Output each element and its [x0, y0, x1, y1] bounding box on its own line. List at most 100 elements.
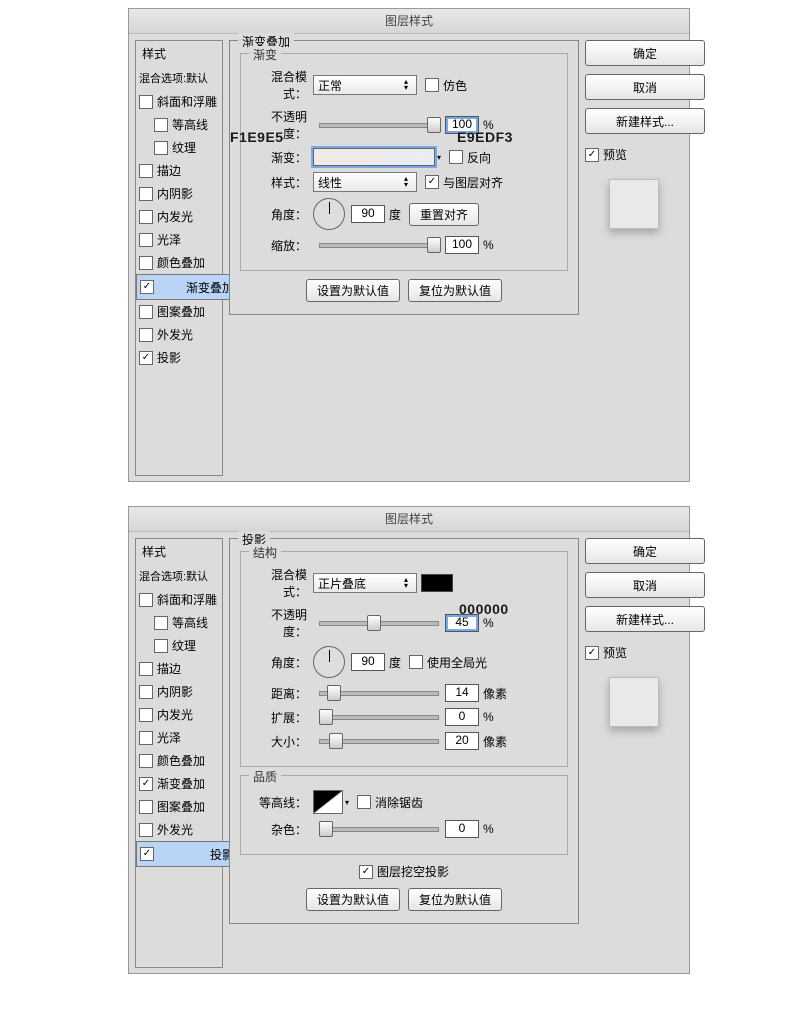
gradient-swatch[interactable] — [313, 148, 435, 166]
antialias-checkbox[interactable]: 消除锯齿 — [357, 794, 423, 811]
angle-input[interactable]: 90 — [351, 205, 385, 223]
checkbox-icon[interactable] — [140, 280, 154, 294]
sidebar-item-gradient-overlay[interactable]: 渐变叠加 — [136, 274, 238, 300]
checkbox-icon[interactable] — [154, 141, 168, 155]
gradient-flyout-icon[interactable]: ▾ — [437, 153, 441, 162]
checkbox-icon[interactable] — [154, 616, 168, 630]
preview-checkbox[interactable]: 预览 — [585, 644, 683, 661]
checkbox-icon[interactable] — [139, 777, 153, 791]
angle-dial[interactable] — [313, 198, 345, 230]
scale-input[interactable]: 100 — [445, 236, 479, 254]
checkbox-icon[interactable] — [425, 175, 439, 189]
noise-slider[interactable] — [319, 822, 439, 836]
checkbox-icon[interactable] — [139, 328, 153, 342]
checkbox-icon[interactable] — [139, 593, 153, 607]
sidebar-item-contour[interactable]: 等高线 — [136, 611, 222, 634]
sidebar-item-pattern-overlay[interactable]: 图案叠加 — [136, 300, 222, 323]
sidebar-item-gradient-overlay[interactable]: 渐变叠加 — [136, 772, 222, 795]
new-style-button[interactable]: 新建样式... — [585, 606, 705, 632]
sidebar-item-drop-shadow[interactable]: 投影 — [136, 346, 222, 369]
sidebar-header[interactable]: 样式 — [136, 539, 222, 564]
size-slider[interactable] — [319, 734, 439, 748]
checkbox-icon[interactable] — [359, 865, 373, 879]
reset-align-button[interactable]: 重置对齐 — [409, 203, 479, 226]
reset-default-button[interactable]: 复位为默认值 — [408, 279, 502, 302]
reset-default-button[interactable]: 复位为默认值 — [408, 888, 502, 911]
sidebar-item-stroke[interactable]: 描边 — [136, 657, 222, 680]
global-light-checkbox[interactable]: 使用全局光 — [409, 654, 487, 671]
checkbox-icon[interactable] — [139, 662, 153, 676]
checkbox-icon[interactable] — [139, 685, 153, 699]
checkbox-icon[interactable] — [585, 646, 599, 660]
checkbox-icon[interactable] — [139, 351, 153, 365]
make-default-button[interactable]: 设置为默认值 — [306, 888, 400, 911]
sidebar-item-stroke[interactable]: 描边 — [136, 159, 222, 182]
checkbox-icon[interactable] — [409, 655, 423, 669]
sidebar-item-contour[interactable]: 等高线 — [136, 113, 222, 136]
checkbox-icon[interactable] — [139, 754, 153, 768]
dither-checkbox[interactable]: 仿色 — [425, 77, 467, 94]
sidebar-header[interactable]: 样式 — [136, 41, 222, 66]
sidebar-item-inner-glow[interactable]: 内发光 — [136, 703, 222, 726]
blend-options-header[interactable]: 混合选项:默认 — [136, 66, 222, 90]
sidebar-item-bevel[interactable]: 斜面和浮雕 — [136, 90, 222, 113]
sidebar-item-satin[interactable]: 光泽 — [136, 228, 222, 251]
checkbox-icon[interactable] — [449, 150, 463, 164]
sidebar-item-outer-glow[interactable]: 外发光 — [136, 323, 222, 346]
checkbox-icon[interactable] — [139, 210, 153, 224]
checkbox-icon[interactable] — [139, 187, 153, 201]
style-select[interactable]: 线性 — [313, 172, 417, 192]
contour-swatch[interactable] — [313, 790, 343, 814]
sidebar-item-drop-shadow[interactable]: 投影 — [136, 841, 238, 867]
ok-button[interactable]: 确定 — [585, 40, 705, 66]
checkbox-icon[interactable] — [154, 118, 168, 132]
sidebar-item-color-overlay[interactable]: 颜色叠加 — [136, 749, 222, 772]
checkbox-icon[interactable] — [139, 95, 153, 109]
scale-slider[interactable] — [319, 238, 439, 252]
checkbox-icon[interactable] — [139, 233, 153, 247]
sidebar-item-pattern-overlay[interactable]: 图案叠加 — [136, 795, 222, 818]
checkbox-icon[interactable] — [140, 847, 154, 861]
checkbox-icon[interactable] — [139, 823, 153, 837]
opacity-slider[interactable] — [319, 118, 439, 132]
checkbox-icon[interactable] — [585, 148, 599, 162]
cancel-button[interactable]: 取消 — [585, 572, 705, 598]
checkbox-icon[interactable] — [139, 256, 153, 270]
sidebar-item-texture[interactable]: 纹理 — [136, 136, 222, 159]
sidebar-item-color-overlay[interactable]: 颜色叠加 — [136, 251, 222, 274]
spread-input[interactable]: 0 — [445, 708, 479, 726]
reverse-checkbox[interactable]: 反向 — [449, 149, 491, 166]
blend-mode-select[interactable]: 正片叠底 — [313, 573, 417, 593]
distance-input[interactable]: 14 — [445, 684, 479, 702]
shadow-color-swatch[interactable] — [421, 574, 453, 592]
cancel-button[interactable]: 取消 — [585, 74, 705, 100]
sidebar-item-bevel[interactable]: 斜面和浮雕 — [136, 588, 222, 611]
checkbox-icon[interactable] — [139, 164, 153, 178]
distance-slider[interactable] — [319, 686, 439, 700]
noise-input[interactable]: 0 — [445, 820, 479, 838]
sidebar-item-texture[interactable]: 纹理 — [136, 634, 222, 657]
angle-dial[interactable] — [313, 646, 345, 678]
checkbox-icon[interactable] — [139, 800, 153, 814]
blend-mode-select[interactable]: 正常 — [313, 75, 417, 95]
opacity-slider[interactable] — [319, 616, 439, 630]
sidebar-item-inner-glow[interactable]: 内发光 — [136, 205, 222, 228]
angle-input[interactable]: 90 — [351, 653, 385, 671]
ok-button[interactable]: 确定 — [585, 538, 705, 564]
make-default-button[interactable]: 设置为默认值 — [306, 279, 400, 302]
checkbox-icon[interactable] — [139, 305, 153, 319]
blend-options-header[interactable]: 混合选项:默认 — [136, 564, 222, 588]
checkbox-icon[interactable] — [139, 708, 153, 722]
align-layer-checkbox[interactable]: 与图层对齐 — [425, 174, 503, 191]
checkbox-icon[interactable] — [139, 731, 153, 745]
sidebar-item-inner-shadow[interactable]: 内阴影 — [136, 182, 222, 205]
size-input[interactable]: 20 — [445, 732, 479, 750]
checkbox-icon[interactable] — [425, 78, 439, 92]
checkbox-icon[interactable] — [357, 795, 371, 809]
contour-flyout-icon[interactable]: ▾ — [345, 798, 349, 807]
knockout-checkbox[interactable]: 图层挖空投影 — [359, 863, 449, 880]
preview-checkbox[interactable]: 预览 — [585, 146, 683, 163]
new-style-button[interactable]: 新建样式... — [585, 108, 705, 134]
checkbox-icon[interactable] — [154, 639, 168, 653]
spread-slider[interactable] — [319, 710, 439, 724]
